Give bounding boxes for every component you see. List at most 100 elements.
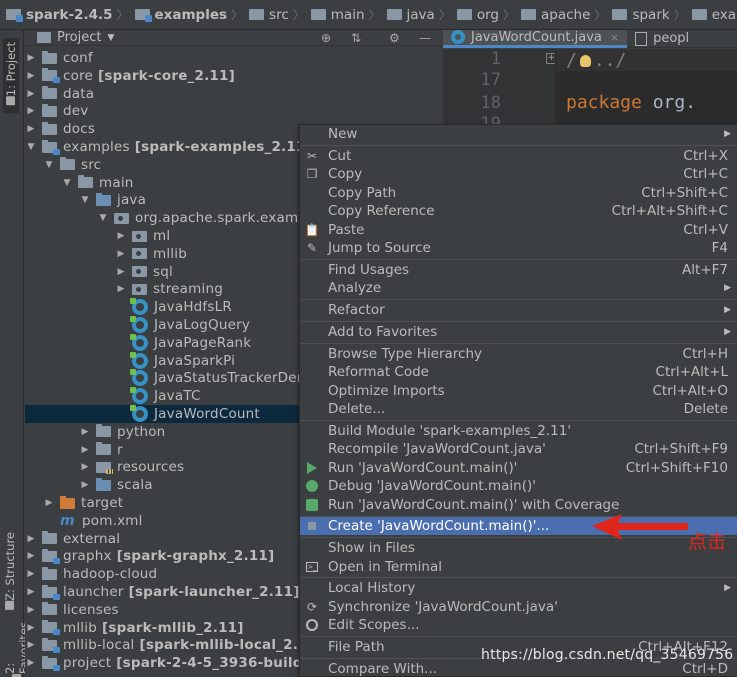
chevron-right-icon[interactable]: ▶ bbox=[25, 53, 37, 63]
chevron-right-icon[interactable]: ▶ bbox=[25, 569, 37, 579]
menu-item-copy-path[interactable]: Copy Path Ctrl+Shift+C bbox=[300, 184, 737, 202]
menu-item-open-in-terminal[interactable]: >_ Open in Terminal bbox=[300, 558, 737, 576]
menu-item-find-usages[interactable]: Find Usages Alt+F7 bbox=[300, 261, 737, 279]
scope-icon bbox=[305, 618, 319, 632]
breadcrumb-item[interactable]: spark 〉 bbox=[612, 6, 691, 23]
chevron-right-icon[interactable]: ▶ bbox=[25, 587, 37, 597]
menu-item-label: Recompile 'JavaWordCount.java' bbox=[328, 441, 546, 458]
menu-item-recompile-javawordcount-java[interactable]: Recompile 'JavaWordCount.java' Ctrl+Shift… bbox=[300, 440, 737, 458]
close-icon[interactable]: × bbox=[610, 31, 619, 44]
chevron-right-icon[interactable]: ▶ bbox=[25, 71, 37, 81]
menu-item-edit-scopes[interactable]: Edit Scopes... bbox=[300, 616, 737, 634]
menu-item-new[interactable]: New ▶ bbox=[300, 125, 737, 143]
chevron-right-icon[interactable]: ▶ bbox=[25, 551, 37, 561]
hide-panel-icon[interactable]: — bbox=[419, 31, 431, 45]
gear-icon[interactable]: ⚙ bbox=[389, 31, 400, 45]
menu-item-reformat-code[interactable]: Reformat Code Ctrl+Alt+L bbox=[300, 363, 737, 381]
collapse-all-icon[interactable]: ⇅ bbox=[351, 31, 361, 45]
chevron-right-icon[interactable]: ▶ bbox=[79, 445, 91, 455]
chevron-down-icon[interactable]: ▼ bbox=[97, 213, 109, 223]
chevron-right-icon[interactable]: ▶ bbox=[43, 498, 55, 508]
chevron-right-icon[interactable]: ▶ bbox=[25, 658, 37, 668]
menu-item-run-javawordcount-main[interactable]: Run 'JavaWordCount.main()' Ctrl+Shift+F10 bbox=[300, 459, 737, 477]
menu-item-label: Copy Path bbox=[328, 184, 397, 201]
tree-node[interactable]: ▶ conf bbox=[25, 49, 442, 67]
menu-item-analyze[interactable]: Analyze ▶ bbox=[300, 279, 737, 297]
chevron-right-icon[interactable]: ▶ bbox=[25, 124, 37, 134]
menu-item-local-history[interactable]: Local History ▶ bbox=[300, 579, 737, 597]
breadcrumb-item[interactable]: org 〉 bbox=[456, 6, 521, 23]
menu-item-browse-type-hierarchy[interactable]: Browse Type Hierarchy Ctrl+H bbox=[300, 345, 737, 363]
tree-node-label: JavaTC bbox=[154, 388, 201, 405]
tree-node[interactable]: ▶ data bbox=[25, 85, 442, 103]
menu-item-debug-javawordcount-main[interactable]: Debug 'JavaWordCount.main()' bbox=[300, 477, 737, 495]
menu-item-build-module-spark-examples-2-11[interactable]: Build Module 'spark-examples_2.11' bbox=[300, 422, 737, 440]
scope-icon-shape bbox=[306, 619, 318, 632]
chevron-right-icon[interactable]: ▶ bbox=[25, 89, 37, 99]
menu-item-add-to-favorites[interactable]: Add to Favorites ▶ bbox=[300, 323, 737, 341]
project-view-selector[interactable]: Project bbox=[57, 30, 101, 45]
chevron-down-icon[interactable]: ▼ bbox=[79, 195, 91, 205]
breadcrumb-separator-icon: 〉 bbox=[116, 8, 129, 22]
tab-javawordcount[interactable]: JavaWordCount.java × bbox=[443, 29, 628, 48]
breadcrumb-item[interactable]: apache 〉 bbox=[521, 6, 612, 23]
locate-icon[interactable]: ⊕ bbox=[321, 31, 331, 45]
chevron-right-icon[interactable]: ▶ bbox=[25, 534, 37, 544]
lightbulb-icon[interactable] bbox=[579, 55, 591, 67]
menu-item-optimize-imports[interactable]: Optimize Imports Ctrl+Alt+O bbox=[300, 382, 737, 400]
tree-node[interactable]: ▶ core [spark-core_2.11] bbox=[25, 67, 442, 85]
menu-item-label: Copy Reference bbox=[328, 203, 435, 220]
breadcrumb-item[interactable]: spark-2.4.5 〉 bbox=[6, 6, 135, 23]
menu-item-cut[interactable]: ✂ Cut Ctrl+X bbox=[300, 147, 737, 165]
tree-node-label: JavaPageRank bbox=[154, 334, 252, 351]
chevron-right-icon[interactable]: ▶ bbox=[25, 640, 37, 650]
tree-node-label: r bbox=[117, 441, 123, 458]
chevron-right-icon[interactable]: ▶ bbox=[25, 605, 37, 615]
java-class-icon bbox=[451, 30, 465, 44]
chevron-right-icon[interactable]: ▶ bbox=[25, 623, 37, 633]
edit-icon: ✎ bbox=[306, 241, 318, 256]
tree-node[interactable]: ▶ dev bbox=[25, 102, 442, 120]
breadcrumb-item[interactable]: main 〉 bbox=[310, 6, 387, 23]
module-name-label: [spark-core_2.11] bbox=[98, 67, 235, 84]
menu-item-copy-reference[interactable]: Copy Reference Ctrl+Alt+Shift+C bbox=[300, 202, 737, 220]
structure-tool-button[interactable]: Z: Structure bbox=[3, 532, 17, 614]
breadcrumb-item[interactable]: exa bbox=[691, 7, 736, 23]
chevron-right-icon[interactable]: ▶ bbox=[115, 284, 127, 294]
menu-item-refactor[interactable]: Refactor ▶ bbox=[300, 301, 737, 319]
chevron-down-icon[interactable]: ▼ bbox=[61, 178, 73, 188]
breadcrumb-item[interactable]: src 〉 bbox=[249, 6, 311, 23]
chevron-right-icon[interactable]: ▶ bbox=[79, 480, 91, 490]
chevron-right-icon[interactable]: ▶ bbox=[79, 462, 91, 472]
menu-item-copy[interactable]: ❐ Copy Ctrl+C bbox=[300, 165, 737, 183]
menu-item-run-javawordcount-main-with-coverage[interactable]: Run 'JavaWordCount.main()' with Coverage bbox=[300, 496, 737, 514]
submenu-arrow-icon: ▶ bbox=[724, 583, 731, 594]
tree-node-label: JavaLogQuery bbox=[154, 317, 251, 333]
chevron-right-icon[interactable]: ▶ bbox=[115, 249, 127, 259]
menu-item-label: Cut bbox=[328, 147, 352, 164]
tab-people[interactable]: peopl bbox=[627, 30, 697, 48]
chevron-right-icon[interactable]: ▶ bbox=[79, 427, 91, 437]
breadcrumb-label: main bbox=[330, 6, 365, 23]
submenu-arrow-icon: ▶ bbox=[724, 283, 731, 294]
chevron-down-icon[interactable]: ▼ bbox=[43, 160, 55, 170]
module-folder-icon bbox=[42, 620, 60, 636]
menu-item-paste[interactable]: 📋 Paste Ctrl+V bbox=[300, 221, 737, 239]
breadcrumb-separator-icon: 〉 bbox=[368, 8, 381, 22]
breadcrumb-item[interactable]: examples 〉 bbox=[134, 6, 250, 23]
menu-item-jump-to-source[interactable]: ✎ Jump to Source F4 bbox=[300, 239, 737, 257]
tree-node-label: conf bbox=[63, 50, 93, 66]
tool-window-strip: 1: Project Z: Structure 2: Favorites bbox=[0, 30, 31, 677]
package-icon bbox=[521, 9, 537, 20]
chevron-down-icon[interactable]: ▼ bbox=[25, 142, 37, 152]
project-tool-button[interactable]: 1: Project bbox=[3, 38, 19, 114]
menu-item-label: Compare With... bbox=[328, 660, 438, 677]
breadcrumb-item[interactable]: java 〉 bbox=[386, 6, 457, 23]
chevron-right-icon[interactable]: ▶ bbox=[115, 267, 127, 277]
chevron-down-icon[interactable]: ▼ bbox=[107, 33, 114, 43]
chevron-right-icon[interactable]: ▶ bbox=[115, 231, 127, 241]
breadcrumb: spark-2.4.5 〉 examples 〉 src 〉 main 〉 java 〉 org 〉 a… bbox=[0, 0, 737, 30]
menu-item-delete[interactable]: Delete... Delete bbox=[300, 400, 737, 418]
menu-item-synchronize-javawordcount-java[interactable]: ⟳ Synchronize 'JavaWordCount.java' bbox=[300, 598, 737, 616]
chevron-right-icon[interactable]: ▶ bbox=[25, 106, 37, 116]
